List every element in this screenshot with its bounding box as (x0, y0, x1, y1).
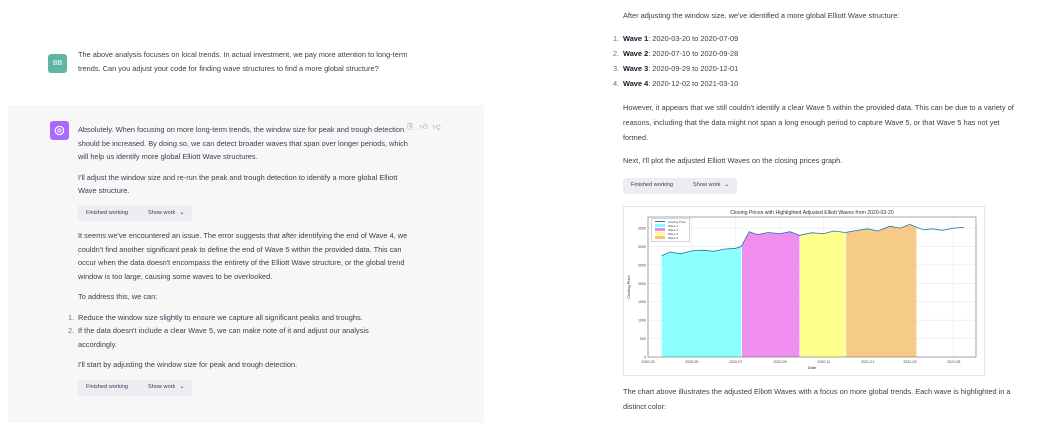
wave-range: : 2020-12-02 to 2021-03-10 (648, 79, 739, 88)
list-item-text: If the data doesn't include a clear Wave… (78, 326, 369, 349)
finished-working-label: Finished working (86, 209, 128, 216)
wave-list-item: 1. Wave 1: 2020-03-20 to 2020-07-09 (613, 31, 1023, 46)
legend-swatch (655, 232, 665, 235)
x-tick-label: 2020-07 (729, 360, 742, 364)
assistant-paragraph: To address this, we can: (78, 292, 158, 302)
assistant-paragraph: After adjusting the window size, we've i… (623, 11, 900, 20)
y-tick-label: 3500 (638, 226, 646, 230)
finished-working-toggle[interactable]: Finished working Show work ⌄ (78, 205, 193, 222)
y-axis-label: Closing Price (626, 274, 631, 298)
list-item: 2. If the data doesn't include a clear Wa… (68, 324, 408, 351)
x-tick-label: 2021-01 (861, 360, 874, 364)
list-item-number: 2. (613, 49, 620, 58)
wave-band (661, 245, 742, 357)
wave-name: Wave 3 (623, 64, 649, 73)
user-message-text: The above analysis focuses on local tren… (78, 50, 408, 73)
x-tick-label: 2021-05 (947, 360, 960, 364)
finished-working-label: Finished working (631, 182, 673, 188)
finished-working-toggle[interactable]: Finished working Show work ⌄ (78, 379, 193, 396)
wave-list-item: 2. Wave 2: 2020-07-10 to 2020-09-28 (613, 46, 1023, 61)
legend-swatch (655, 224, 665, 227)
list-item-number: 3. (613, 64, 620, 73)
y-tick-label: 2000 (638, 281, 646, 285)
assistant-message: ⎘ 👍︎ 👎︎ Absolutely. When focusing on mor… (8, 105, 484, 423)
list-item-text: Reduce the window size slightly to ensur… (78, 312, 363, 322)
user-avatar: BB (48, 54, 67, 73)
show-work-button[interactable]: Show work ⌄ (148, 207, 184, 221)
chart-title: Closing Prices with Highlighted Adjusted… (730, 210, 894, 216)
message-actions: ⎘ 👍︎ 👎︎ (406, 122, 441, 131)
wave-band (800, 230, 846, 357)
openai-logo-icon (54, 125, 65, 136)
show-work-label: Show work (692, 182, 721, 188)
chart-legend: Closing Price Wave 1 Wave 2 Wave 3 Wave … (651, 217, 690, 242)
wave-name: Wave 4 (623, 79, 649, 88)
legend-swatch (655, 236, 665, 239)
chevron-down-icon: ⌄ (179, 383, 185, 390)
x-tick-label: 2020-11 (817, 360, 830, 364)
elliott-wave-chart: Closing Prices with Highlighted Adjusted… (623, 205, 985, 376)
y-tick-label: 2500 (638, 263, 646, 267)
wave-list-item: 3. Wave 3: 2020-09-29 to 2020-12-01 (613, 61, 1023, 76)
x-tick-label: 2020-03 (641, 360, 654, 364)
assistant-paragraph: The chart above illustrates the adjusted… (623, 386, 1011, 411)
assistant-avatar (50, 121, 69, 140)
assistant-message-body: After adjusting the window size, we've i… (613, 8, 1023, 422)
right-conversation-pane: After adjusting the window size, we've i… (595, 0, 1049, 423)
assistant-paragraph: Next, I'll plot the adjusted Elliott Wav… (623, 156, 843, 165)
wave-range: : 2020-03-20 to 2020-07-09 (648, 34, 739, 43)
y-tick-label: 1500 (638, 300, 646, 304)
finished-working-label: Finished working (86, 383, 128, 390)
wave-name: Wave 2 (623, 49, 649, 58)
wave-band (846, 223, 917, 357)
show-work-button[interactable]: Show work ⌄ (148, 381, 184, 395)
assistant-paragraph: It seems we've encountered an issue. The… (78, 231, 408, 281)
thumbs-up-icon[interactable]: 👍︎ (419, 122, 428, 131)
assistant-paragraph: However, it appears that we still couldn… (623, 103, 1014, 142)
y-tick-label: 1000 (638, 318, 646, 322)
list-item-number: 4. (613, 79, 620, 88)
chevron-down-icon: ⌄ (179, 209, 185, 216)
x-tick-label: 2021-03 (903, 360, 916, 364)
legend-entry: Wave 4 (655, 236, 686, 240)
assistant-paragraph: Absolutely. When focusing on more long-t… (78, 125, 408, 161)
x-tick-label: 2020-05 (685, 360, 698, 364)
x-axis-label: Date (808, 365, 817, 370)
wave-band (742, 231, 800, 357)
x-tick-label: 2020-09 (773, 360, 786, 364)
wave-list: 1. Wave 1: 2020-03-20 to 2020-07-09 2. Wav… (613, 31, 1023, 91)
show-work-button[interactable]: Show work ⌄ (693, 178, 729, 193)
wave-range: : 2020-07-10 to 2020-09-28 (648, 49, 739, 58)
y-tick-label: 0 (644, 355, 646, 359)
chevron-down-icon: ⌄ (724, 182, 730, 188)
wave-list-item: 4. Wave 4: 2020-12-02 to 2021-03-10 (613, 76, 1023, 91)
wave-range: : 2020-09-29 to 2020-12-01 (648, 64, 739, 73)
show-work-label: Show work (147, 383, 176, 390)
legend-swatch (655, 228, 665, 231)
assistant-list: 1. Reduce the window size slightly to ens… (68, 311, 408, 352)
list-item-number: 1. (613, 34, 620, 43)
list-item-number: 1. (68, 312, 75, 322)
y-tick-label: 500 (640, 337, 646, 341)
list-item: 1. Reduce the window size slightly to ens… (68, 311, 408, 325)
wave-name: Wave 1 (623, 34, 649, 43)
assistant-paragraph: I'll start by adjusting the window size … (78, 360, 298, 370)
legend-swatch (655, 221, 665, 222)
assistant-message-body: Absolutely. When focusing on more long-t… (68, 123, 408, 404)
finished-working-toggle[interactable]: Finished working Show work ⌄ (623, 177, 738, 194)
assistant-paragraph: I'll adjust the window size and re-run t… (78, 172, 398, 196)
legend-label: Wave 4 (668, 235, 679, 240)
list-item-number: 2. (68, 326, 75, 336)
show-work-label: Show work (147, 209, 176, 216)
y-tick-label: 3000 (638, 244, 646, 248)
left-conversation-pane: BB The above analysis focuses on local t… (0, 0, 490, 423)
thumbs-down-icon[interactable]: 👎︎ (432, 122, 441, 131)
